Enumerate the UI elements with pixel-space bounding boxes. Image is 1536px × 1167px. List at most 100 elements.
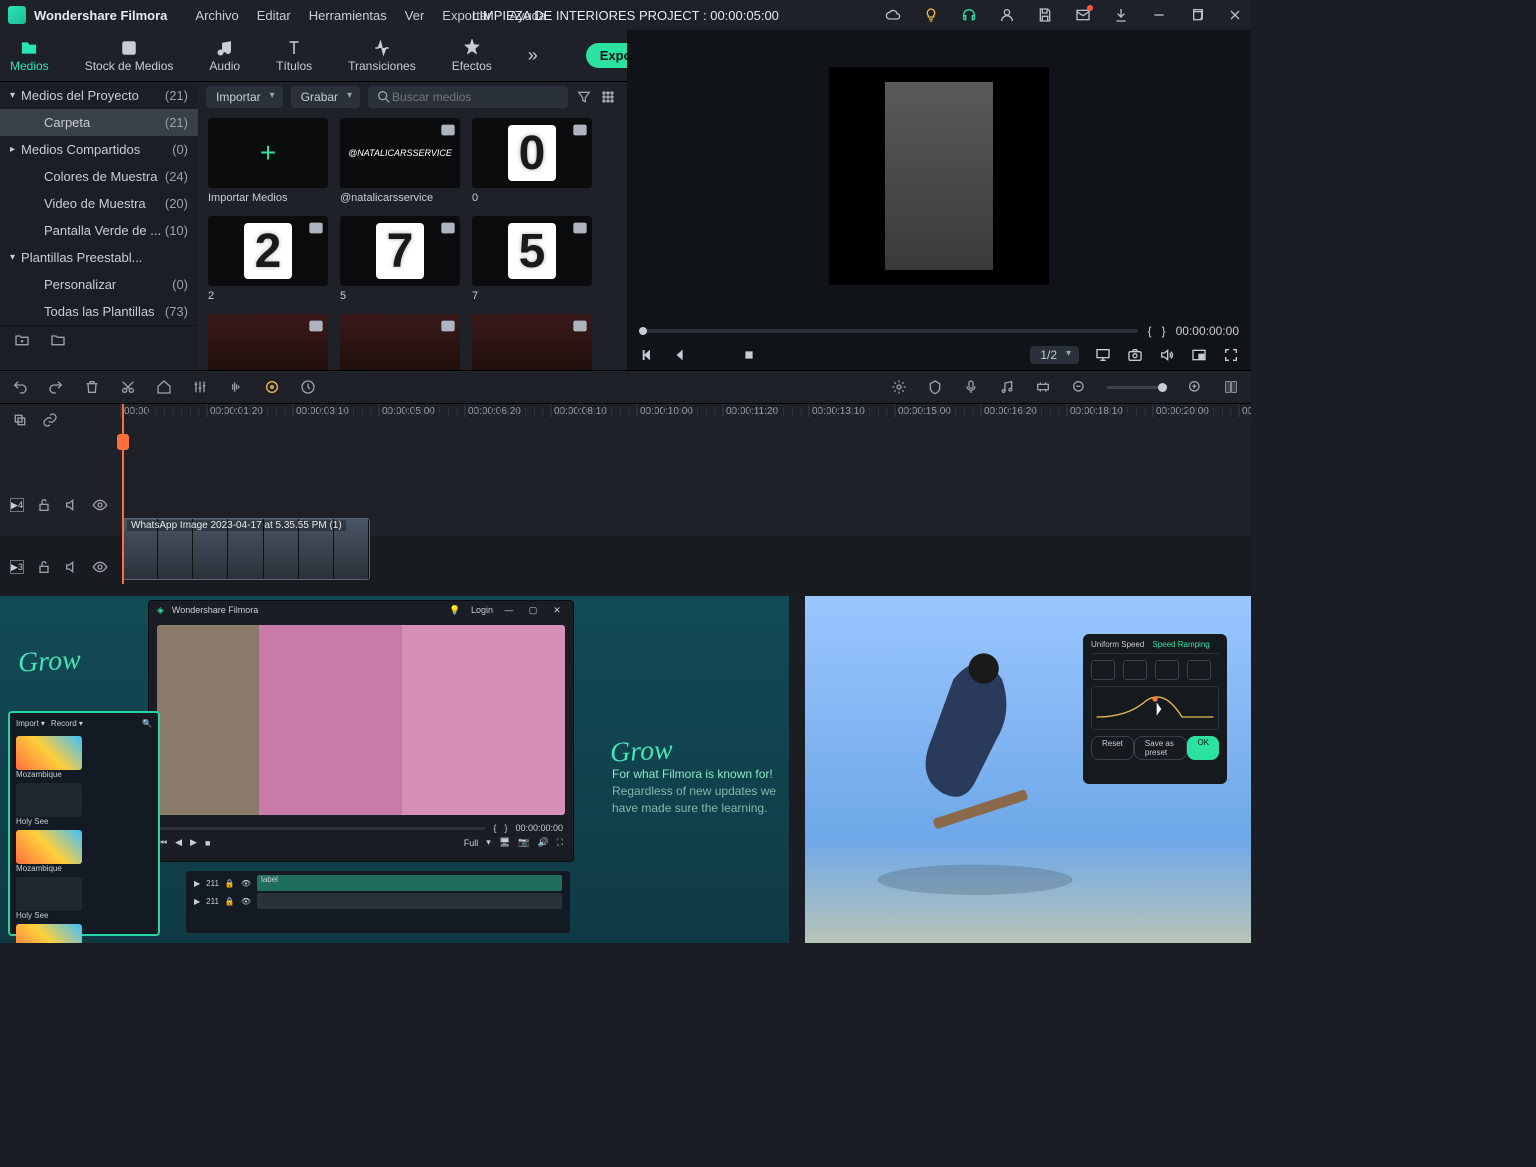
media-thumb[interactable]: 57 [472, 216, 592, 302]
speed-mode[interactable] [1123, 660, 1147, 680]
speed-reset-button[interactable]: Reset [1091, 736, 1134, 760]
mic-icon[interactable] [963, 379, 979, 395]
pip-icon[interactable] [1191, 347, 1207, 363]
volume-icon[interactable] [1159, 347, 1175, 363]
mute-icon[interactable] [64, 497, 80, 513]
tree-row[interactable]: Todas las Plantillas(73) [0, 298, 198, 325]
user-icon[interactable] [999, 7, 1015, 23]
zoom-out-icon[interactable] [1071, 379, 1087, 395]
fit-icon[interactable] [1035, 379, 1051, 395]
media-thumb[interactable]: 22 [208, 216, 328, 302]
tab-transitions[interactable]: Transiciones [348, 39, 416, 73]
ruler-copy-icon[interactable] [12, 412, 28, 428]
media-thumb[interactable] [340, 314, 460, 370]
play-icon[interactable] [707, 347, 723, 363]
record-dropdown[interactable]: Grabar [291, 86, 360, 108]
headset-icon[interactable] [961, 7, 977, 23]
download-icon[interactable] [1113, 7, 1129, 23]
preview-scale-dropdown[interactable]: 1/2 [1030, 346, 1079, 364]
lock-icon[interactable] [36, 559, 52, 575]
media-thumb[interactable]: @NATALICARSSERVICE@natalicarsservice [340, 118, 460, 204]
mark-in-icon[interactable]: { [1148, 324, 1152, 338]
music-icon[interactable] [999, 379, 1015, 395]
media-thumb[interactable] [208, 314, 328, 370]
color-wheel-icon[interactable] [264, 379, 280, 395]
menu-edit[interactable]: Editar [257, 8, 291, 23]
tree-row[interactable]: Personalizar(0) [0, 271, 198, 298]
speed-tab-uniform[interactable]: Uniform Speed [1091, 640, 1144, 649]
tree-row[interactable]: ▾Medios del Proyecto(21) [0, 82, 198, 109]
timeline-settings-icon[interactable] [1223, 379, 1239, 395]
tree-row[interactable]: Carpeta(21) [0, 109, 198, 136]
menu-tools[interactable]: Herramientas [309, 8, 387, 23]
import-dropdown[interactable]: Importar [206, 86, 283, 108]
mail-icon[interactable] [1075, 7, 1091, 23]
cut-icon[interactable] [120, 379, 136, 395]
visibility-icon[interactable] [92, 559, 108, 575]
render-icon[interactable] [891, 379, 907, 395]
speed-mode[interactable] [1091, 660, 1115, 680]
menu-view[interactable]: Ver [405, 8, 425, 23]
restore-icon[interactable] [1189, 7, 1205, 23]
speed-save-button[interactable]: Save as preset [1134, 736, 1188, 760]
mute-icon[interactable] [64, 559, 80, 575]
tab-effects[interactable]: Efectos [452, 39, 492, 73]
speed-icon[interactable] [300, 379, 316, 395]
link-icon[interactable] [42, 412, 58, 428]
playhead[interactable] [122, 404, 124, 584]
speed-curve[interactable] [1091, 686, 1219, 730]
tree-row[interactable]: ▸Medios Compartidos(0) [0, 136, 198, 163]
delete-icon[interactable] [84, 379, 100, 395]
prev-frame-icon[interactable] [639, 347, 655, 363]
undo-icon[interactable] [12, 379, 28, 395]
waveform-icon[interactable] [228, 379, 244, 395]
preview-stage[interactable] [627, 30, 1251, 322]
minimize-icon[interactable] [1151, 7, 1167, 23]
marker-icon[interactable] [927, 379, 943, 395]
save-icon[interactable] [1037, 7, 1053, 23]
media-thumb[interactable] [472, 314, 592, 370]
search-box[interactable] [368, 86, 568, 108]
step-back-icon[interactable] [673, 347, 689, 363]
import-media-tile[interactable]: +Importar Medios [208, 118, 328, 204]
media-thumb[interactable]: 75 [340, 216, 460, 302]
media-thumb[interactable]: 00 [472, 118, 592, 204]
close-icon[interactable] [1227, 7, 1243, 23]
grid-view-icon[interactable] [600, 89, 616, 105]
tab-stock[interactable]: Stock de Medios [85, 39, 174, 73]
tree-row[interactable]: Video de Muestra(20) [0, 190, 198, 217]
filter-icon[interactable] [576, 89, 592, 105]
zoom-slider[interactable] [1107, 386, 1167, 389]
sliders-icon[interactable] [192, 379, 208, 395]
tab-titles[interactable]: Títulos [276, 39, 312, 73]
tree-row[interactable]: ▾Plantillas Preestabl... [0, 244, 198, 271]
folder-icon[interactable] [50, 332, 66, 348]
zoom-in-icon[interactable] [1187, 379, 1203, 395]
menu-file[interactable]: Archivo [195, 8, 238, 23]
snapshot-icon[interactable] [1127, 347, 1143, 363]
speed-ok-button[interactable]: OK [1187, 736, 1219, 760]
mark-out-icon[interactable]: } [1162, 324, 1166, 338]
monitor-icon[interactable] [1095, 347, 1111, 363]
fullscreen-icon[interactable] [1223, 347, 1239, 363]
tab-media[interactable]: Medios [10, 39, 49, 73]
search-input[interactable] [392, 90, 560, 104]
timeline-ruler[interactable]: 00:0000:00:01:2000:00:03:1000:00:05:0000… [0, 404, 1251, 436]
timeline-clip[interactable]: WhatsApp Image 2023-04-17 at 5.35.55 PM … [122, 518, 370, 580]
cloud-icon[interactable] [885, 7, 901, 23]
preview-scrubbar[interactable] [639, 329, 1138, 333]
visibility-icon[interactable] [92, 497, 108, 513]
tabs-more-button[interactable]: » [528, 45, 550, 66]
speed-mode[interactable] [1187, 660, 1211, 680]
lightbulb-icon[interactable] [923, 7, 939, 23]
stop-icon[interactable] [741, 347, 757, 363]
tag-icon[interactable] [156, 379, 172, 395]
redo-icon[interactable] [48, 379, 64, 395]
speed-mode[interactable] [1155, 660, 1179, 680]
tree-row[interactable]: Colores de Muestra(24) [0, 163, 198, 190]
tree-row[interactable]: Pantalla Verde de ...(10) [0, 217, 198, 244]
lock-icon[interactable] [36, 497, 52, 513]
tab-audio[interactable]: Audio [209, 39, 240, 73]
speed-tab-ramp[interactable]: Speed Ramping [1152, 640, 1209, 649]
new-folder-icon[interactable] [14, 332, 30, 348]
